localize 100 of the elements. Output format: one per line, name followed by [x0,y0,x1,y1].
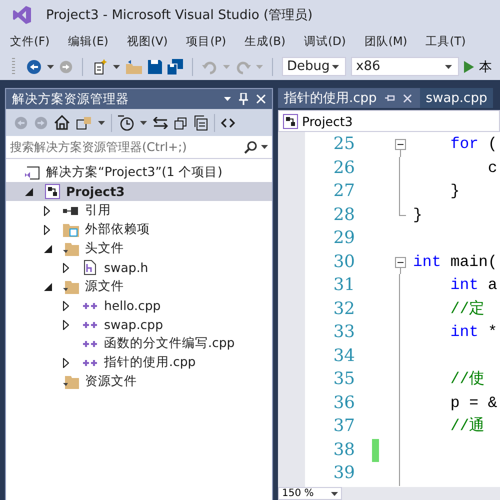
pin-icon[interactable] [384,94,395,102]
cpp-file-icon [82,320,98,330]
code-view-icon[interactable] [221,118,235,128]
line-number: 29 [332,227,355,250]
zoom-dropdown[interactable]: 150 % [278,487,342,500]
home-icon[interactable] [54,115,70,130]
file-tab[interactable]: swap.cpp [420,88,494,108]
references-icon [63,206,79,214]
tree-item[interactable]: Project3 [6,182,272,201]
file-tab[interactable]: 指针的使用.cpp [278,88,420,108]
fold-toggle-icon[interactable] [395,139,406,150]
window-title: Project3 - Microsoft Visual Studio (管理员) [46,7,313,24]
tree-item[interactable]: 源文件 [6,277,272,296]
expanded-arrow-icon[interactable] [25,188,33,196]
run-button[interactable]: 本 [464,58,492,76]
collapsed-arrow-icon[interactable] [63,262,69,272]
tree-item-label[interactable]: 解决方案“Project3”(1 个项目) [46,164,222,181]
expanded-arrow-icon[interactable] [44,282,52,290]
collapsed-arrow-icon[interactable] [63,300,69,310]
line-number: 27 [332,180,355,203]
line-number: 39 [332,462,355,485]
search-icon[interactable] [244,140,257,154]
caret-icon[interactable] [140,120,147,124]
caret-icon[interactable] [445,64,452,68]
folder-icon [63,374,79,388]
collapsed-arrow-icon[interactable] [44,224,50,234]
sync-icon[interactable] [153,116,168,128]
caret-icon[interactable] [331,492,338,496]
tree-item[interactable]: 指针的使用.cpp [6,353,272,372]
menu-item[interactable]: 工具(T) [420,34,472,49]
code-line: //使 [449,369,486,390]
line-number: 28 [332,204,355,226]
code-line: } [413,204,422,226]
tree-item[interactable]: 外部依赖项 [6,220,272,239]
menu-item[interactable]: 生成(B) [238,34,292,49]
switch-views-icon[interactable] [76,116,92,130]
caret-icon[interactable] [47,64,54,68]
solution-icon [24,164,40,180]
project-icon [44,184,60,199]
tree-item[interactable]: 函数的分文件编写.cpp [6,334,272,353]
caret-icon[interactable] [113,64,120,68]
code-line: } [449,181,460,202]
cpp-file-icon [82,358,98,368]
code-line: //定 [449,298,486,320]
back-icon[interactable] [26,58,42,74]
clock-icon[interactable] [118,114,134,130]
tree-item[interactable]: 引用 [6,201,272,220]
panel-title: 解决方案资源管理器 [12,90,130,108]
properties-icon[interactable] [194,114,208,130]
line-number: 34 [332,344,355,368]
open-folder-icon[interactable] [125,58,143,74]
tree-item[interactable]: swap.h [6,258,272,277]
fold-toggle-icon[interactable] [395,256,406,268]
code-line: int * [449,322,498,343]
collapsed-arrow-icon[interactable] [63,320,69,330]
collapsed-arrow-icon[interactable] [63,358,69,368]
caret-icon[interactable] [98,120,105,124]
code-line: int a [449,275,498,296]
caret-icon[interactable] [332,64,339,68]
navigation-bar[interactable]: Project3 [278,110,500,132]
folder-icon [63,280,79,294]
play-icon [464,60,474,72]
new-project-icon[interactable] [92,58,108,74]
code-line: //通 [449,416,486,437]
folder-icon [63,242,79,256]
collapse-all-icon[interactable] [174,116,188,130]
code-line: int main( [413,252,498,272]
menu-item[interactable]: 编辑(E) [62,34,114,49]
configuration-dropdown[interactable]: Debug [282,57,346,76]
line-number: 36 [332,392,355,414]
tree-item[interactable]: 头文件 [6,239,272,258]
line-number: 32 [332,298,355,320]
save-icon[interactable] [148,60,162,74]
line-number: 37 [332,415,355,438]
line-number: 33 [332,321,355,344]
menu-item[interactable]: 文件(F) [4,34,56,49]
menu-item[interactable]: 项目(P) [180,34,232,49]
save-all-icon[interactable] [167,58,183,74]
menu-item[interactable]: 调试(D) [298,34,352,49]
line-number: 25 [332,133,355,156]
menu-item[interactable]: 团队(M) [358,34,414,49]
menu-item[interactable]: 视图(V) [120,34,174,49]
cpp-file-icon [82,300,98,310]
caret-icon[interactable] [261,145,268,149]
line-number: 31 [332,274,355,297]
tree-item[interactable]: hello.cpp [6,296,272,315]
platform-dropdown[interactable]: x86 [351,57,459,76]
collapsed-arrow-icon[interactable] [44,206,50,216]
code-line: p = & [449,392,498,414]
folder-icon [63,222,79,236]
project-icon [283,114,298,128]
caret-icon[interactable] [224,97,231,101]
code-line: for ( [449,134,498,155]
project-label: Project3 [302,114,353,128]
expanded-arrow-icon[interactable] [44,244,52,252]
close-icon[interactable] [402,94,412,102]
code-line: c [486,158,498,178]
tree-item[interactable]: swap.cpp [6,315,272,334]
line-number: 38 [332,438,355,462]
tree-item[interactable]: 资源文件 [6,372,272,391]
